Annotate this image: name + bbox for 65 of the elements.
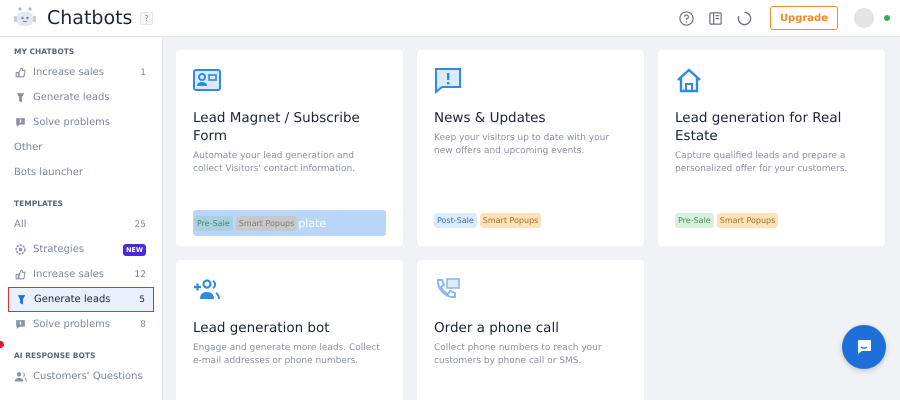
- card-title: Order a phone call: [434, 319, 560, 337]
- chat-icon: [14, 116, 27, 129]
- tag: Smart Popups: [236, 216, 298, 230]
- item-label: Other: [14, 142, 44, 153]
- tag: Smart Popups: [716, 213, 778, 228]
- funnel-icon: [14, 91, 27, 104]
- template-card[interactable]: Lead generation for Real Estate Capture qualified leads and prepare a personalized offer for your customers. Pre-Sale Smart Popups: [658, 50, 885, 246]
- item-count: 8: [140, 320, 146, 330]
- tag: Smart Popups: [480, 213, 542, 228]
- item-label: Increase sales: [33, 269, 105, 280]
- sidebar-item[interactable]: Other: [0, 135, 162, 160]
- template-card[interactable]: News & Updates Keep your visitors up to date with your new offers and upcoming events. Post-Sale Smart Popups: [417, 50, 644, 246]
- funnel-icon: [15, 293, 28, 306]
- sidebar-item[interactable]: Increase sales 1: [0, 60, 162, 85]
- template-card[interactable]: Lead Magnet / Subscribe Form Automate your lead generation and collect Visitors' contact information. Pre-Sale Smart Popups plate: [176, 50, 403, 246]
- card-description: Collect phone numbers to reach your customers by phone call or SMS.: [434, 342, 603, 368]
- template-card[interactable]: Lead generation bot Engage and generate more leads. Collect e-mail addresses or phone numbers.: [176, 260, 403, 400]
- card-title: Lead generation for Real Estate: [675, 109, 842, 145]
- item-label: Customers' Questions: [33, 371, 144, 382]
- card-description: Keep your visitors up to date with your new offers and upcoming events.: [434, 132, 610, 158]
- chat-button[interactable]: [842, 325, 886, 369]
- item-count: 5: [139, 294, 145, 304]
- template-card[interactable]: Order a phone call Collect phone numbers to reach your customers by phone call or SMS.: [417, 260, 644, 400]
- house-icon: [675, 67, 703, 95]
- item-label: Generate leads: [34, 294, 112, 305]
- sidebar-item[interactable]: Bots launcher: [0, 160, 162, 185]
- card-description: Engage and generate more leads. Collect e-mail addresses or phone numbers.: [193, 342, 381, 368]
- card-title: Lead generation bot: [193, 319, 331, 337]
- upgrade-button[interactable]: Upgrade: [770, 6, 838, 30]
- item-count: 12: [134, 270, 146, 280]
- hand-icon: [14, 268, 27, 281]
- item-count: 25: [134, 220, 146, 230]
- item-label: Bots launcher: [14, 167, 84, 178]
- book-icon[interactable]: [708, 10, 723, 26]
- item-label: Increase sales: [33, 67, 105, 78]
- page-title: Chatbots: [47, 7, 132, 29]
- card-title: Lead Magnet / Subscribe Form: [193, 109, 361, 145]
- hand-icon: [14, 66, 27, 79]
- tag: Pre-Sale: [194, 216, 233, 230]
- sidebar-item[interactable]: Solve problems 8: [0, 312, 162, 337]
- sidebar-item[interactable]: All 25: [0, 212, 162, 237]
- sidebar-item[interactable]: Customers' Questions: [0, 364, 162, 389]
- tag: Post-Sale: [434, 213, 477, 228]
- card-description: Capture qualified leads and prepare a personalized offer for your customers.: [675, 150, 848, 176]
- sidebar-item[interactable]: Increase sales 12: [0, 262, 162, 287]
- card-description: Automate your lead generation and collect Visitors' contact information.: [193, 150, 356, 176]
- tag: Pre-Sale: [675, 213, 714, 228]
- item-label: Solve problems: [33, 117, 112, 128]
- item-label: All: [14, 219, 28, 230]
- sidebar-item[interactable]: Generate leads: [0, 85, 162, 110]
- sidebar-item[interactable]: Solve problems: [0, 110, 162, 135]
- item-count: 1: [140, 68, 146, 78]
- item-label: Solve problems: [33, 319, 112, 330]
- item-label: Generate leads: [33, 92, 110, 103]
- people-icon: [14, 370, 27, 383]
- chat-icon: [855, 338, 873, 356]
- item-label: Strategies: [33, 244, 86, 255]
- card-title: News & Updates: [434, 109, 547, 127]
- sidebar-item[interactable]: Generate leads 5: [8, 287, 154, 312]
- gear-icon: [14, 243, 27, 256]
- alert-message-icon: [434, 67, 462, 95]
- loading-icon[interactable]: [736, 10, 752, 26]
- help-icon[interactable]: [678, 10, 694, 26]
- chat-icon: [14, 318, 27, 331]
- help-badge[interactable]: ?: [140, 12, 153, 24]
